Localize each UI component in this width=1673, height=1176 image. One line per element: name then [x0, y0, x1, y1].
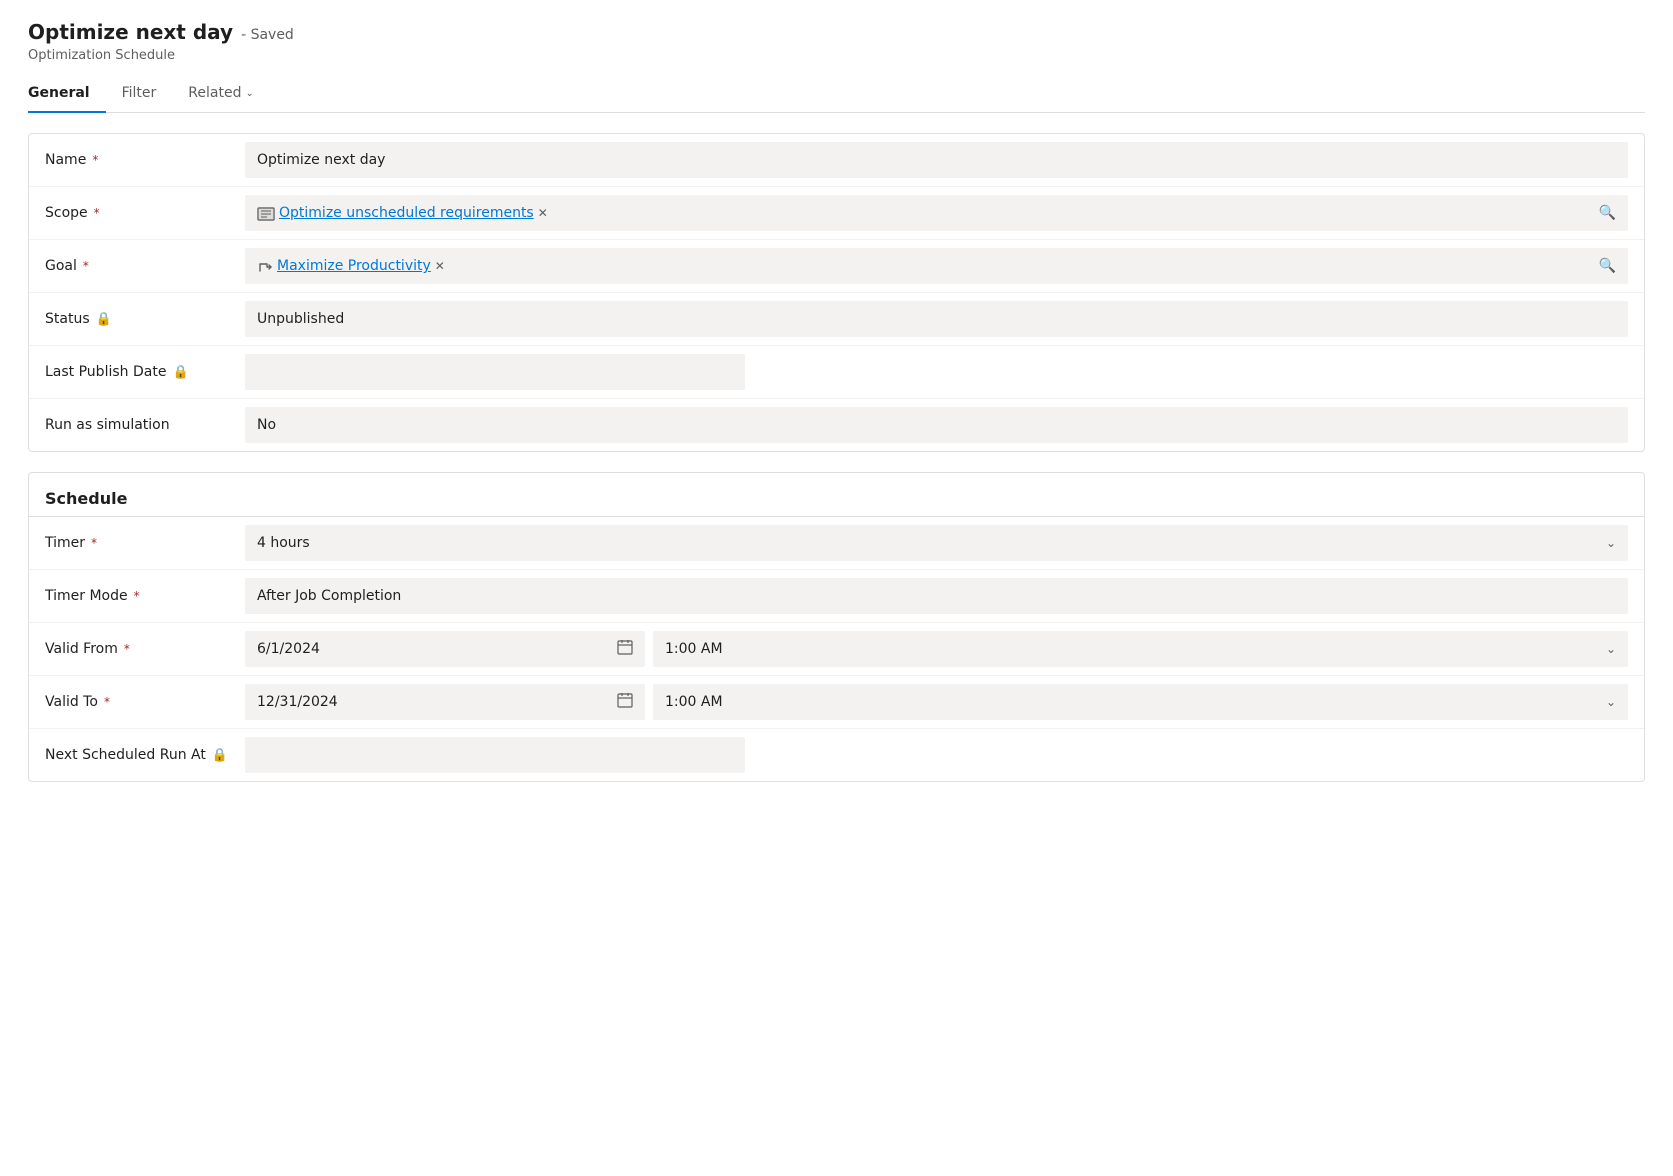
valid-from-time-input[interactable]: 1:00 AM ⌄	[653, 631, 1628, 667]
field-row-last-publish-date: Last Publish Date 🔒	[29, 346, 1644, 399]
tab-related[interactable]: Related ⌄	[172, 75, 270, 113]
schedule-form: Timer * 4 hours ⌄ Timer Mode * After Job…	[29, 517, 1644, 781]
page-header: Optimize next day - Saved Optimization S…	[0, 0, 1673, 113]
value-valid-from: 6/1/2024 1:00 AM ⌄	[245, 631, 1628, 667]
label-name: Name *	[45, 152, 245, 168]
field-row-run-as-simulation: Run as simulation No	[29, 399, 1644, 451]
value-valid-to: 12/31/2024 1:00 AM ⌄	[245, 684, 1628, 720]
schedule-section-card: Schedule Timer * 4 hours ⌄ Timer Mode *	[28, 472, 1645, 782]
required-star-scope: *	[94, 206, 100, 220]
required-star-name: *	[92, 153, 98, 167]
chevron-down-icon: ⌄	[245, 88, 253, 99]
value-scope[interactable]: Optimize unscheduled requirements ✕ 🔍	[245, 195, 1628, 231]
value-timer[interactable]: 4 hours ⌄	[245, 525, 1628, 561]
page-subtitle: Optimization Schedule	[28, 48, 1645, 63]
content-area: Name * Optimize next day Scope *	[0, 113, 1673, 822]
valid-to-time-input[interactable]: 1:00 AM ⌄	[653, 684, 1628, 720]
value-next-scheduled-run	[245, 737, 745, 773]
valid-to-time-chevron-icon: ⌄	[1606, 695, 1616, 709]
valid-from-date-input[interactable]: 6/1/2024	[245, 631, 645, 667]
valid-to-calendar-icon[interactable]	[617, 692, 633, 712]
general-section-card: Name * Optimize next day Scope *	[28, 133, 1645, 452]
label-timer: Timer *	[45, 535, 245, 551]
value-timer-mode[interactable]: After Job Completion	[245, 578, 1628, 614]
tab-general[interactable]: General	[28, 75, 106, 113]
timer-chevron-icon: ⌄	[1606, 536, 1616, 550]
field-row-timer-mode: Timer Mode * After Job Completion	[29, 570, 1644, 623]
field-row-goal: Goal * Maximize Productivity ✕ 🔍	[29, 240, 1644, 293]
required-star-goal: *	[83, 259, 89, 273]
label-goal: Goal *	[45, 258, 245, 274]
page-saved-label: - Saved	[241, 27, 294, 43]
required-star-valid-from: *	[124, 642, 130, 656]
scope-tag-icon	[257, 204, 279, 223]
goal-tag-icon	[257, 257, 277, 276]
value-name[interactable]: Optimize next day	[245, 142, 1628, 178]
label-run-as-simulation: Run as simulation	[45, 417, 245, 433]
field-row-valid-from: Valid From * 6/1/2024	[29, 623, 1644, 676]
next-scheduled-lock-icon: 🔒	[212, 748, 228, 763]
goal-clear-button[interactable]: ✕	[435, 259, 445, 273]
last-publish-lock-icon: 🔒	[172, 365, 188, 380]
label-timer-mode: Timer Mode *	[45, 588, 245, 604]
required-star-timer: *	[91, 536, 97, 550]
label-valid-to: Valid To *	[45, 694, 245, 710]
label-valid-from: Valid From *	[45, 641, 245, 657]
required-star-valid-to: *	[104, 695, 110, 709]
valid-from-calendar-icon[interactable]	[617, 639, 633, 659]
goal-link[interactable]: Maximize Productivity	[277, 258, 431, 274]
tab-filter[interactable]: Filter	[106, 75, 173, 113]
label-next-scheduled-run: Next Scheduled Run At 🔒	[45, 747, 245, 763]
label-scope: Scope *	[45, 205, 245, 221]
field-row-name: Name * Optimize next day	[29, 134, 1644, 187]
value-last-publish-date	[245, 354, 745, 390]
value-status: Unpublished	[245, 301, 1628, 337]
scope-link[interactable]: Optimize unscheduled requirements	[279, 205, 534, 221]
field-row-next-scheduled-run: Next Scheduled Run At 🔒	[29, 729, 1644, 781]
field-row-status: Status 🔒 Unpublished	[29, 293, 1644, 346]
goal-search-icon[interactable]: 🔍	[1599, 258, 1616, 274]
valid-from-time-chevron-icon: ⌄	[1606, 642, 1616, 656]
field-row-scope: Scope * Optimize unscheduled requiremen	[29, 187, 1644, 240]
required-star-timer-mode: *	[134, 589, 140, 603]
scope-clear-button[interactable]: ✕	[538, 206, 548, 220]
scope-search-icon[interactable]: 🔍	[1599, 205, 1616, 221]
value-run-as-simulation[interactable]: No	[245, 407, 1628, 443]
tabs-bar: General Filter Related ⌄	[28, 75, 1645, 113]
field-row-valid-to: Valid To * 12/31/2024	[29, 676, 1644, 729]
label-last-publish-date: Last Publish Date 🔒	[45, 364, 245, 380]
value-goal[interactable]: Maximize Productivity ✕ 🔍	[245, 248, 1628, 284]
valid-to-date-input[interactable]: 12/31/2024	[245, 684, 645, 720]
field-row-timer: Timer * 4 hours ⌄	[29, 517, 1644, 570]
general-form: Name * Optimize next day Scope *	[29, 134, 1644, 451]
status-lock-icon: 🔒	[96, 312, 112, 327]
page-title: Optimize next day	[28, 20, 233, 44]
schedule-section-title: Schedule	[29, 473, 1644, 516]
label-status: Status 🔒	[45, 311, 245, 327]
